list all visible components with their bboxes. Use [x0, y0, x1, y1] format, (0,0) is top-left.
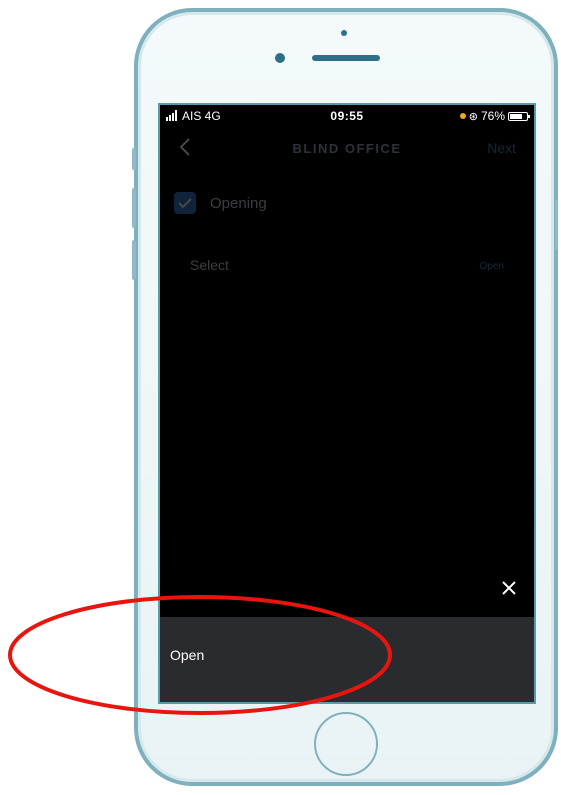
battery-level-fill	[510, 113, 523, 119]
sheet-option-open[interactable]: Open	[170, 647, 204, 663]
opening-checkbox[interactable]	[174, 192, 196, 214]
rotation-lock-icon: ⊛	[468, 110, 478, 123]
front-camera	[341, 30, 347, 36]
status-bar: AIS 4G 09:55 ⊛ 76%	[160, 105, 534, 127]
status-right-group: ⊛ 76%	[459, 109, 530, 123]
proximity-sensor	[275, 53, 285, 63]
select-row[interactable]: Select Open	[190, 255, 504, 277]
volume-up-button	[132, 188, 136, 228]
opening-row[interactable]: Opening	[174, 191, 267, 215]
battery-icon	[508, 111, 530, 121]
navigation-bar: BLIND OFFICE Next	[160, 131, 534, 165]
home-button[interactable]	[314, 712, 378, 776]
power-button	[555, 200, 558, 250]
check-icon	[178, 198, 192, 209]
select-label: Select	[190, 257, 229, 273]
next-button[interactable]: Next	[487, 140, 516, 156]
opening-label: Opening	[210, 194, 267, 212]
mute-switch	[132, 148, 136, 170]
page-title: BLIND OFFICE	[292, 141, 402, 156]
action-sheet: Open	[160, 617, 534, 702]
screenshot-stage: AIS 4G 09:55 ⊛ 76% BLIND OFFICE Next Ope…	[0, 0, 561, 795]
volume-down-button	[132, 240, 136, 280]
earpiece-speaker	[312, 55, 380, 61]
select-value: Open	[479, 261, 504, 272]
close-icon[interactable]	[498, 577, 520, 599]
phone-screen: AIS 4G 09:55 ⊛ 76% BLIND OFFICE Next Ope…	[158, 103, 536, 704]
recording-indicator-icon	[459, 113, 466, 119]
battery-percent: 76%	[480, 109, 505, 123]
